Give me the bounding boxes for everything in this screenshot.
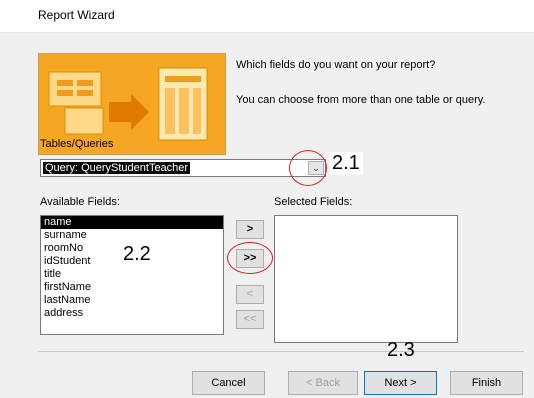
remove-field-button[interactable]: < [236, 285, 264, 304]
annotation-label-next: 2.3 [387, 339, 415, 361]
fields-hint: You can choose from more than one table … [236, 94, 486, 106]
tables-queries-combo[interactable]: Query: QueryStudentTeacher ⌄ [40, 159, 326, 177]
finish-button[interactable]: Finish [450, 371, 523, 395]
annotation-circle-add-all [227, 242, 273, 274]
report-wizard-dialog: Which fields do you want on your report?… [0, 33, 534, 398]
tables-queries-label: Tables/Queries [40, 138, 114, 150]
annotation-circle-combo [289, 150, 327, 186]
selected-fields-label: Selected Fields: [274, 196, 353, 208]
fields-question: Which fields do you want on your report? [236, 59, 436, 71]
selected-fields-list[interactable] [274, 215, 458, 343]
list-item[interactable]: surname [41, 229, 223, 242]
list-item[interactable]: lastName [41, 294, 223, 307]
annotation-label-combo: 2.1 [329, 152, 363, 175]
available-fields-list[interactable]: name surname roomNo idStudent title firs… [40, 215, 224, 335]
cancel-button[interactable]: Cancel [192, 371, 265, 395]
remove-all-fields-button[interactable]: << [236, 310, 264, 329]
list-item[interactable]: name [41, 216, 223, 229]
list-item[interactable]: address [41, 307, 223, 320]
list-item[interactable]: title [41, 268, 223, 281]
list-item[interactable]: firstName [41, 281, 223, 294]
add-field-button[interactable]: > [236, 220, 264, 239]
next-button[interactable]: Next > [364, 371, 437, 395]
annotation-label-add-all: 2.2 [120, 243, 154, 266]
available-fields-label: Available Fields: [40, 196, 120, 208]
back-button[interactable]: < Back [288, 371, 358, 395]
footer-divider [38, 351, 524, 352]
window-title: Report Wizard [38, 8, 115, 22]
tables-queries-value: Query: QueryStudentTeacher [43, 162, 191, 174]
title-bar: Report Wizard [0, 0, 534, 33]
